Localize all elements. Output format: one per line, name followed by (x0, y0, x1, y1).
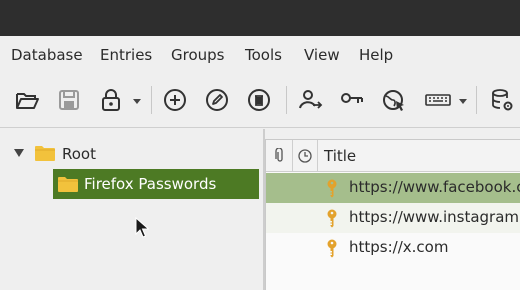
menu-entries[interactable]: Entries (100, 46, 152, 64)
copy-username-icon (299, 90, 323, 109)
expand-arrow-icon[interactable] (13, 147, 25, 159)
edit-entry-icon (206, 89, 228, 111)
entry-table: Title https://www.facebook.com https://w… (265, 139, 520, 290)
delete-entry-icon (248, 89, 270, 111)
menu-tools[interactable]: Tools (245, 46, 282, 64)
toolbar-separator (286, 86, 287, 114)
add-entry-icon (164, 89, 186, 111)
folder-icon (35, 146, 55, 161)
window-titlebar (0, 0, 520, 36)
autotype-keyboard-icon (425, 94, 451, 106)
save-database-button[interactable] (55, 86, 83, 114)
lock-database-icon (102, 89, 120, 111)
delete-entry-button[interactable] (245, 86, 273, 114)
copy-password-icon (341, 93, 363, 103)
toolbar-separator (476, 86, 477, 114)
column-divider (317, 140, 318, 172)
copy-password-button[interactable] (338, 86, 366, 114)
lock-database-button[interactable] (97, 86, 125, 114)
edit-entry-button[interactable] (203, 86, 231, 114)
add-entry-button[interactable] (161, 86, 189, 114)
menu-help[interactable]: Help (359, 46, 393, 64)
tree-item-label: Firefox Passwords (84, 175, 217, 193)
entry-title: https://www.facebook.com (349, 178, 520, 196)
key-icon (327, 179, 337, 198)
folder-icon (58, 177, 78, 192)
group-tree: Root Firefox Passwords (0, 129, 262, 290)
main-toolbar (0, 72, 520, 128)
database-settings-button[interactable] (488, 86, 516, 114)
menu-bar: Database Entries Groups Tools View Help (0, 36, 520, 72)
column-header-title[interactable]: Title (324, 147, 356, 165)
autotype-dropdown-icon[interactable] (458, 96, 468, 106)
autotype-button[interactable] (423, 86, 453, 114)
toolbar-separator (151, 86, 152, 114)
save-database-icon (59, 90, 79, 110)
table-row[interactable]: https://www.facebook.com (266, 173, 520, 203)
table-row[interactable]: https://www.instagram.com (266, 203, 520, 233)
open-url-button[interactable] (380, 86, 408, 114)
tree-item-root[interactable]: Root (62, 145, 96, 163)
mouse-cursor-icon (135, 217, 149, 238)
lock-dropdown-icon[interactable] (132, 96, 142, 106)
open-database-icon (16, 93, 39, 109)
tree-item-firefox-passwords[interactable]: Firefox Passwords (53, 169, 259, 199)
clock-icon[interactable] (297, 148, 313, 164)
entry-title: https://x.com (349, 238, 449, 256)
table-header: Title (266, 140, 520, 172)
key-icon (327, 209, 337, 228)
menu-groups[interactable]: Groups (171, 46, 224, 64)
database-settings-icon (492, 89, 513, 111)
copy-username-button[interactable] (296, 86, 324, 114)
table-row[interactable]: https://x.com (266, 233, 520, 263)
main-content: Root Firefox Passwords Title https://www… (0, 129, 520, 290)
menu-view[interactable]: View (304, 46, 340, 64)
column-divider (292, 140, 293, 172)
open-database-button[interactable] (13, 86, 41, 114)
key-icon (327, 239, 337, 258)
open-url-icon (383, 90, 404, 111)
menu-database[interactable]: Database (11, 46, 83, 64)
entry-title: https://www.instagram.com (349, 208, 520, 226)
attachment-icon[interactable] (272, 148, 288, 164)
